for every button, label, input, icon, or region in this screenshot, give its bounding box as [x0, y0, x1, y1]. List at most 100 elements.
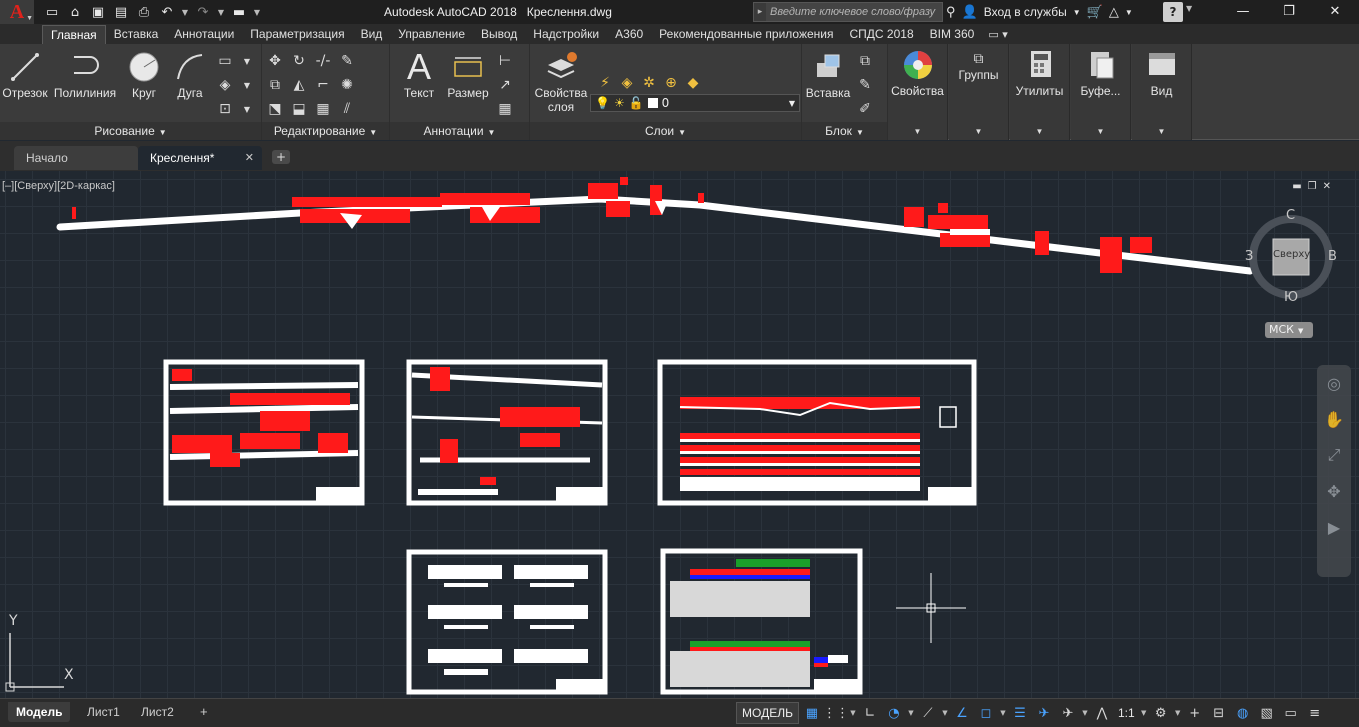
new-tab-plus-icon[interactable]: +	[272, 150, 290, 164]
polar-icon[interactable]: ◔	[883, 702, 905, 724]
signin-button[interactable]: Вход в службы	[984, 5, 1067, 19]
tab-insert[interactable]: Вставка	[106, 25, 167, 44]
showmotion-icon[interactable]: ▶	[1317, 509, 1351, 545]
region-icon[interactable]: ⊡	[214, 98, 236, 120]
arc-button[interactable]: Дуга	[170, 48, 210, 100]
view-panel-button[interactable]: Вид ▼	[1132, 44, 1192, 140]
rotate-icon[interactable]: ↻	[288, 50, 310, 72]
restore-icon[interactable]: ❐	[1266, 0, 1312, 24]
dimension-button[interactable]: Размер	[446, 48, 490, 100]
viewcube-north[interactable]: С	[1286, 208, 1295, 223]
annotation-visibility-icon[interactable]: ✈	[1033, 702, 1055, 724]
isodraft-icon[interactable]: ⟋	[917, 702, 939, 724]
object-snap-tracking-icon[interactable]: ∠	[951, 702, 973, 724]
model-space-button[interactable]: МОДЕЛЬ	[736, 702, 799, 724]
leader-icon[interactable]: ↗	[494, 74, 516, 96]
expand-arrow-icon[interactable]: ▸	[754, 7, 766, 17]
close-tab-icon[interactable]: ✕	[245, 146, 254, 170]
snap-icon[interactable]: ⋮⋮	[823, 702, 849, 724]
panel-modify-title[interactable]: Редактирование ▼	[262, 122, 389, 140]
panel-draw-title[interactable]: Рисование ▼	[0, 122, 261, 140]
add-layout-plus-icon[interactable]: +	[192, 702, 216, 722]
array-icon[interactable]: ▦	[312, 98, 334, 120]
layer-lock-icon[interactable]: ⊕	[660, 72, 682, 94]
layer-properties-button[interactable]: Свойства слоя	[532, 48, 590, 114]
binoculars-icon[interactable]: ⚲	[946, 4, 956, 20]
search-input[interactable]	[766, 3, 942, 21]
file-tab-drawing[interactable]: Креслення* ✕	[138, 146, 262, 170]
layout-tab-sheet1[interactable]: Лист1	[79, 702, 128, 722]
dropdown-icon[interactable]: ▼	[236, 74, 258, 96]
tab-spds[interactable]: СПДС 2018	[842, 25, 922, 44]
cart-icon[interactable]: 🛒	[1087, 4, 1103, 20]
tab-manage[interactable]: Управление	[390, 25, 473, 44]
annotation-scale-icon[interactable]: ⋀	[1091, 702, 1113, 724]
tab-parametric[interactable]: Параметризация	[242, 25, 352, 44]
layer-isolate-icon[interactable]: ◈	[616, 72, 638, 94]
text-button[interactable]: A Текст	[396, 46, 442, 100]
open-icon[interactable]: ⌂	[65, 3, 85, 21]
chevron-down-icon[interactable]: ▼	[907, 709, 915, 717]
layer-match-icon[interactable]: ◆	[682, 72, 704, 94]
move-icon[interactable]: ✥	[264, 50, 286, 72]
clipboard-panel-button[interactable]: Буфе... ▼	[1071, 44, 1131, 140]
units-icon[interactable]: ⊟	[1208, 702, 1230, 724]
save-as-icon[interactable]: ▤	[111, 3, 131, 21]
help-button[interactable]: ?	[1163, 2, 1183, 22]
save-icon[interactable]: ▣	[88, 3, 108, 21]
dropdown-icon[interactable]: ▼	[236, 50, 258, 72]
print-icon[interactable]: ⎙	[134, 3, 154, 21]
lineweight-icon[interactable]: ☰	[1009, 702, 1031, 724]
circle-button[interactable]: Круг	[122, 48, 166, 100]
annotation-scale-value[interactable]: 1:1	[1115, 706, 1138, 720]
steering-wheel-icon[interactable]: ◎	[1317, 365, 1351, 401]
line-button[interactable]: Отрезок	[2, 48, 48, 100]
tab-addins[interactable]: Надстройки	[525, 25, 607, 44]
copy-icon[interactable]: ⧉	[264, 74, 286, 96]
hardware-acceleration-icon[interactable]: ▧	[1256, 702, 1278, 724]
polyline-button[interactable]: Полилиния	[52, 48, 118, 100]
customize-status-icon[interactable]: ≡	[1304, 702, 1326, 724]
auto-scale-icon[interactable]: ✈	[1057, 702, 1079, 724]
create-block-icon[interactable]: ⧉	[854, 50, 876, 72]
undo-icon[interactable]: ↶	[157, 3, 177, 21]
layer-off-icon[interactable]: ⚡	[594, 72, 616, 94]
panel-layers-title[interactable]: Слои ▼	[530, 122, 801, 140]
mirror-icon[interactable]: ◭	[288, 74, 310, 96]
tab-output[interactable]: Вывод	[473, 25, 525, 44]
insert-block-button[interactable]: Вставка	[804, 48, 852, 100]
redo-icon[interactable]: ↷	[193, 3, 213, 21]
isolate-objects-icon[interactable]: ◍	[1232, 702, 1254, 724]
fillet-icon[interactable]: ⌐	[312, 74, 334, 96]
ribbon-minimize-icon[interactable]: ▭ ▾	[982, 25, 1007, 44]
workspace-icon[interactable]: ▬	[229, 3, 249, 21]
erase-icon[interactable]: ✎	[336, 50, 358, 72]
redo-dropdown-icon[interactable]: ▼	[216, 3, 226, 21]
layer-freeze-icon[interactable]: ✲	[638, 72, 660, 94]
rectangle-icon[interactable]: ▭	[214, 50, 236, 72]
layout-tab-model[interactable]: Модель	[8, 702, 71, 722]
minimize-icon[interactable]: —	[1220, 0, 1266, 24]
chevron-down-icon[interactable]: ▼	[941, 709, 949, 717]
tab-view[interactable]: Вид	[353, 25, 391, 44]
edit-attribute-icon[interactable]: ✐	[854, 98, 876, 120]
chevron-down-icon[interactable]: ▼	[1186, 4, 1192, 13]
qat-customize-icon[interactable]: ▼	[252, 3, 262, 21]
offset-icon[interactable]: ⫽	[336, 98, 358, 120]
orbit-icon[interactable]: ✥	[1317, 473, 1351, 509]
chevron-down-icon[interactable]: ▼	[1081, 709, 1089, 717]
annotation-monitor-icon[interactable]: +	[1184, 702, 1206, 724]
tab-home[interactable]: Главная	[42, 25, 106, 44]
chevron-down-icon[interactable]: ▼	[1174, 709, 1182, 717]
drawing-canvas[interactable]: [–][Сверху][2D-каркас] ▬ ❐ ✕ Сверху С Ю …	[0, 171, 1359, 698]
properties-panel-button[interactable]: Свойства ▼	[888, 44, 948, 140]
stretch-icon[interactable]: ⬔	[264, 98, 286, 120]
viewcube-face-label[interactable]: Сверху	[1273, 249, 1310, 260]
trim-icon[interactable]: -/-	[312, 50, 334, 72]
explode-icon[interactable]: ✺	[336, 74, 358, 96]
grid-icon[interactable]: ▦	[801, 702, 823, 724]
tab-a360[interactable]: A360	[607, 25, 651, 44]
zoom-extents-icon[interactable]: ⤢	[1317, 437, 1351, 473]
clean-screen-icon[interactable]: ▭	[1280, 702, 1302, 724]
ucs-menu-button[interactable]: МСК ▼	[1265, 322, 1313, 338]
